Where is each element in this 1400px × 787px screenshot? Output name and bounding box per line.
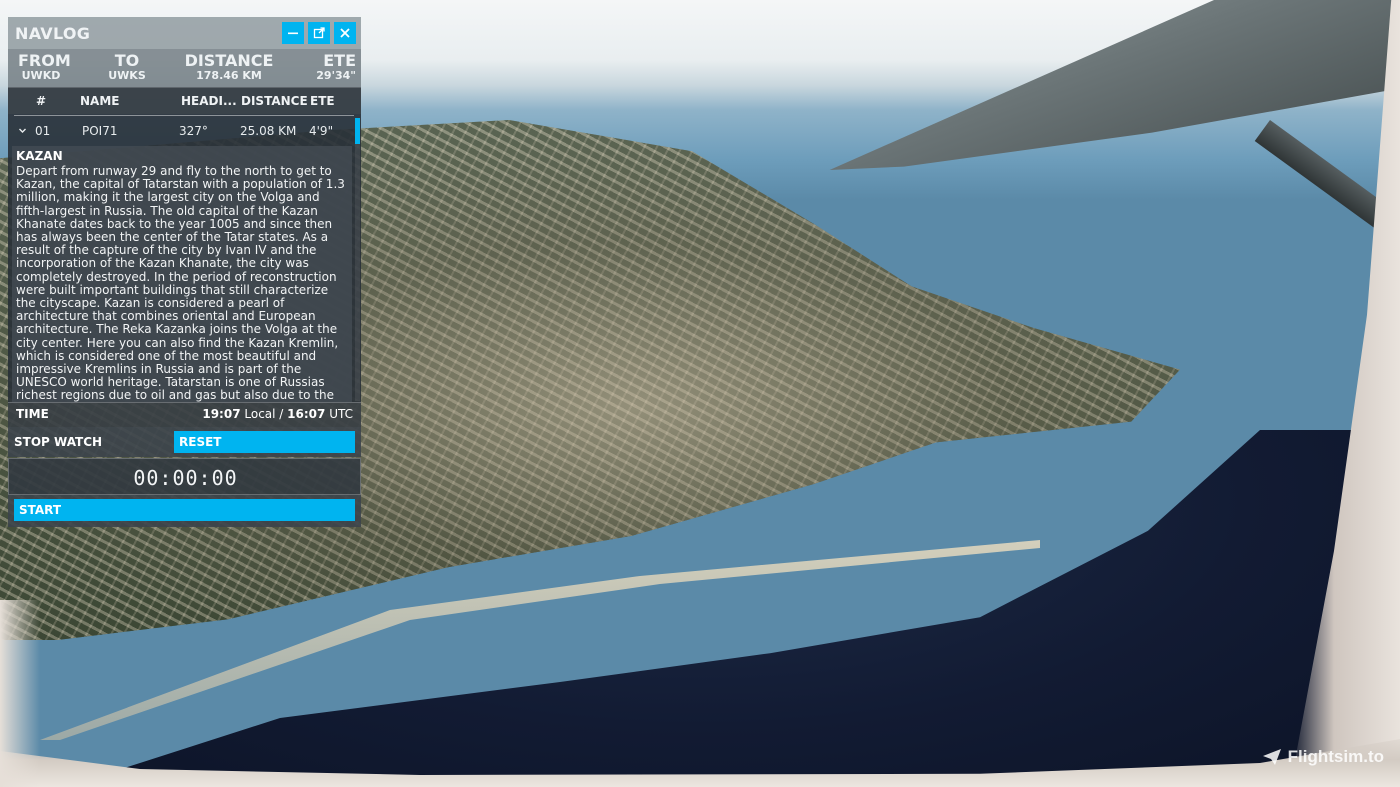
time-value: 19:07 Local / 16:07 UTC	[202, 407, 353, 421]
stopwatch-clock: 00:00:00	[133, 466, 238, 490]
description-title: KAZAN	[16, 149, 63, 163]
col-ete: ETE	[310, 94, 335, 108]
stopwatch-display: 00:00:00	[8, 458, 361, 495]
time-row: TIME 19:07 Local / 16:07 UTC	[8, 402, 361, 427]
summary-distance: DISTANCE 178.46 KM	[180, 52, 278, 82]
local-label: Local /	[244, 407, 284, 421]
from-label: FROM	[18, 51, 71, 70]
utc-label: UTC	[329, 407, 353, 421]
waypoint-name: POI71	[82, 124, 118, 138]
ete-value: 29'34"	[316, 69, 356, 82]
time-label: TIME	[16, 407, 49, 421]
chevron-down-icon[interactable]	[18, 124, 27, 138]
utc-time: 16:07	[287, 407, 326, 421]
col-heading: HEADI...	[181, 94, 237, 108]
waypoint-heading: 327°	[179, 124, 208, 138]
navlog-panel: NAVLOG FROM UWKD TO UWKS DISTANCE 178.46…	[8, 17, 361, 527]
ete-label: ETE	[323, 51, 356, 70]
summary-ete: ETE 29'34"	[306, 52, 356, 82]
start-row: START	[8, 495, 361, 527]
col-distance: DISTANCE	[241, 94, 308, 108]
waypoint-num: 01	[35, 124, 51, 138]
popout-button[interactable]	[308, 22, 330, 44]
waypoint-list: # NAME HEADI... DISTANCE ETE 01 POI71 32…	[8, 87, 361, 403]
waypoint-description: KAZAN Depart from runway 29 and fly to t…	[12, 146, 352, 402]
col-num: #	[36, 94, 47, 108]
to-label: TO	[114, 51, 140, 70]
start-label: START	[19, 503, 62, 517]
waypoint-distance: 25.08 KM	[240, 124, 297, 138]
stopwatch-label: STOP WATCH	[14, 435, 103, 449]
distance-label: DISTANCE	[184, 51, 274, 70]
close-button[interactable]	[334, 22, 356, 44]
stopwatch-row: STOP WATCH RESET	[8, 427, 361, 457]
close-icon	[340, 28, 350, 38]
navlog-titlebar[interactable]: NAVLOG	[8, 17, 361, 49]
paper-plane-icon	[1262, 749, 1281, 765]
from-value: UWKD	[21, 69, 61, 82]
watermark-text: Flightsim.to	[1287, 747, 1384, 766]
reset-button[interactable]: RESET	[174, 431, 355, 453]
to-value: UWKS	[108, 69, 146, 82]
list-scrollbar[interactable]	[355, 118, 360, 401]
navlog-title: NAVLOG	[15, 23, 91, 43]
watermark: Flightsim.to	[1262, 747, 1384, 767]
start-button[interactable]: START	[14, 499, 355, 521]
summary-to: TO UWKS	[104, 52, 150, 82]
scroll-thumb[interactable]	[355, 118, 360, 144]
waypoint-ete: 4'9"	[309, 124, 334, 138]
reset-label: RESET	[179, 435, 222, 449]
distance-value: 178.46 KM	[196, 69, 262, 82]
window-frame-left	[0, 600, 40, 787]
header-divider	[14, 115, 354, 116]
summary-from: FROM UWKD	[18, 51, 71, 82]
flight-scene: Flightsim.to NAVLOG FROM UWKD TO UWKS DI…	[0, 0, 1400, 787]
popout-icon	[313, 27, 325, 39]
waypoint-column-headers: # NAME HEADI... DISTANCE ETE	[8, 88, 361, 114]
minimize-icon	[288, 32, 298, 35]
description-text: Depart from runway 29 and fly to the nor…	[16, 164, 345, 402]
minimize-button[interactable]	[282, 22, 304, 44]
col-name: NAME	[80, 94, 120, 108]
waypoint-row[interactable]: 01 POI71 327° 25.08 KM 4'9"	[8, 122, 353, 140]
route-summary: FROM UWKD TO UWKS DISTANCE 178.46 KM ETE…	[8, 49, 361, 87]
aircraft-wing	[829, 0, 1400, 170]
local-time: 19:07	[202, 407, 241, 421]
